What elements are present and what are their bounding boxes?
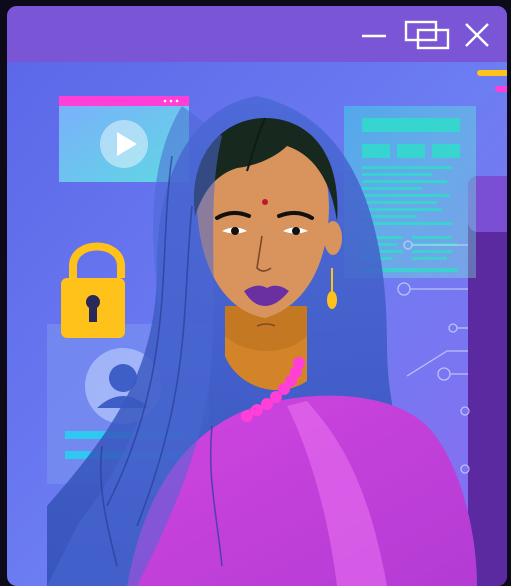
minimize-icon xyxy=(362,34,386,38)
app-window xyxy=(7,6,507,586)
earring xyxy=(327,291,337,309)
minimize-button[interactable] xyxy=(359,20,389,50)
accent-bar-yellow xyxy=(477,70,507,76)
window-illustration xyxy=(7,6,507,586)
restore-icon xyxy=(404,20,450,50)
close-button[interactable] xyxy=(462,20,492,50)
accent-bar-pink xyxy=(495,86,507,92)
illustration-stage xyxy=(0,0,511,586)
restore-button[interactable] xyxy=(404,20,450,50)
close-icon xyxy=(465,23,489,47)
bindi xyxy=(262,199,268,205)
